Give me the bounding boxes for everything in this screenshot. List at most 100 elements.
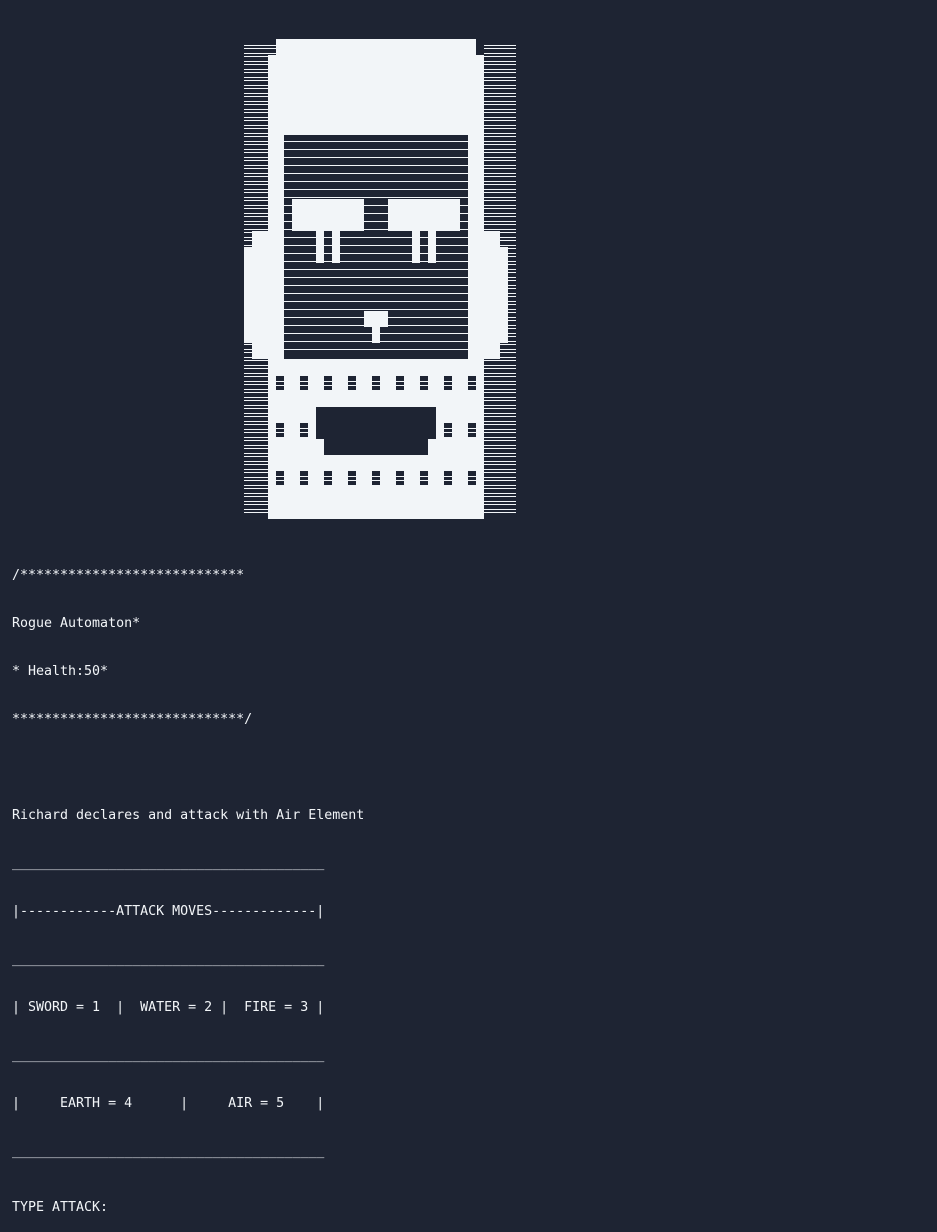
battle-log-message: Richard declares and attack with Air Ele…	[12, 808, 365, 823]
robot-tooth	[468, 471, 476, 485]
scan-line-right	[484, 373, 516, 374]
scan-line-left	[244, 45, 276, 46]
attack-prompt-row: TYPE ATTACK:	[12, 1200, 364, 1216]
robot-tooth-line	[300, 428, 308, 429]
scan-line-right	[484, 192, 516, 193]
scan-line-right	[484, 152, 516, 153]
robot-tooth	[444, 376, 452, 390]
scan-line-right	[484, 165, 516, 166]
scan-line-right	[484, 397, 516, 398]
scan-line-right	[484, 104, 516, 105]
robot-tooth-line	[444, 385, 452, 386]
scan-line-right	[484, 440, 516, 441]
scan-line-right	[484, 509, 516, 510]
attack-input[interactable]	[116, 1200, 317, 1216]
scan-line-face	[284, 149, 468, 150]
scan-line-face	[284, 173, 468, 174]
robot-tooth	[396, 471, 404, 485]
robot-right-ear	[484, 231, 500, 359]
scan-line-right	[484, 184, 516, 185]
scan-line-right	[484, 125, 516, 126]
robot-mouth-lower	[324, 439, 428, 455]
scan-line-right	[484, 480, 516, 481]
scan-line-right	[484, 133, 516, 134]
robot-tooth-line	[276, 476, 284, 477]
scan-line-right	[484, 368, 516, 369]
scan-line-face	[284, 301, 468, 302]
scan-line-right	[484, 456, 516, 457]
scan-line-face	[284, 309, 468, 310]
scan-line-right	[484, 445, 516, 446]
scan-line-face	[284, 237, 468, 238]
scan-line-right	[484, 141, 516, 142]
scan-line-right	[484, 96, 516, 97]
scan-line-right	[484, 389, 516, 390]
scan-line-right	[484, 469, 516, 470]
robot-tooth-line	[300, 432, 308, 433]
robot-left-eye-drip-b	[332, 231, 340, 263]
scan-line-right	[484, 56, 516, 57]
scan-line-right	[484, 376, 516, 377]
robot-tooth-line	[420, 381, 428, 382]
robot-tooth-line	[468, 385, 476, 386]
robot-tooth	[276, 423, 284, 437]
scan-line-right	[484, 392, 516, 393]
scan-line-right	[484, 488, 516, 489]
scan-line-left	[244, 48, 276, 49]
scan-line-face	[284, 253, 468, 254]
robot-tooth-line	[372, 480, 380, 481]
scan-line-face	[284, 269, 468, 270]
scan-line-right	[484, 413, 516, 414]
robot-tooth-line	[444, 432, 452, 433]
scan-line-face	[284, 349, 468, 350]
robot-tooth-line	[276, 480, 284, 481]
robot-tooth-line	[324, 385, 332, 386]
robot-tooth	[300, 376, 308, 390]
scan-line-right	[484, 437, 516, 438]
scan-line-left	[244, 53, 276, 54]
scan-line-right	[484, 384, 516, 385]
robot-head-top	[276, 39, 476, 55]
menu-row-2: | EARTH = 4 | AIR = 5 |	[12, 1096, 325, 1111]
scan-line-right	[484, 213, 516, 214]
robot-tooth-line	[372, 381, 380, 382]
scan-line-right	[484, 93, 516, 94]
scan-line-right	[484, 205, 516, 206]
scan-line-face	[284, 181, 468, 182]
scan-line-right	[484, 453, 516, 454]
robot-tooth-line	[348, 480, 356, 481]
enemy-health: * Health:50*	[12, 664, 109, 679]
robot-tooth-line	[468, 428, 476, 429]
robot-right-ear-outer	[500, 247, 508, 343]
scan-line-right	[484, 176, 516, 177]
scan-line-right	[484, 360, 516, 361]
scan-line-right	[484, 69, 516, 70]
scan-line-right	[484, 88, 516, 89]
robot-tooth-line	[276, 432, 284, 433]
scan-line-right	[484, 85, 516, 86]
robot-nose-stem	[372, 327, 380, 343]
robot-ascii-art-icon	[244, 39, 516, 519]
scan-line-right	[484, 429, 516, 430]
scan-line-right	[484, 381, 516, 382]
menu-rule-1: _______________________________________	[12, 952, 325, 967]
robot-tooth	[276, 376, 284, 390]
robot-tooth-line	[468, 381, 476, 382]
robot-tooth	[300, 423, 308, 437]
scan-line-face	[284, 277, 468, 278]
scan-line-right	[484, 448, 516, 449]
robot-tooth	[420, 376, 428, 390]
robot-tooth-line	[300, 381, 308, 382]
menu-row-1: | SWORD = 1 | WATER = 2 | FIRE = 3 |	[12, 1000, 325, 1015]
robot-tooth-line	[420, 480, 428, 481]
robot-tooth-line	[276, 381, 284, 382]
scan-line-right	[484, 501, 516, 502]
robot-head	[268, 55, 484, 135]
scan-line-right	[484, 477, 516, 478]
scan-line-right	[484, 208, 516, 209]
robot-tooth-line	[420, 385, 428, 386]
robot-tooth-line	[468, 480, 476, 481]
scan-line-right	[484, 408, 516, 409]
robot-tooth-line	[444, 480, 452, 481]
